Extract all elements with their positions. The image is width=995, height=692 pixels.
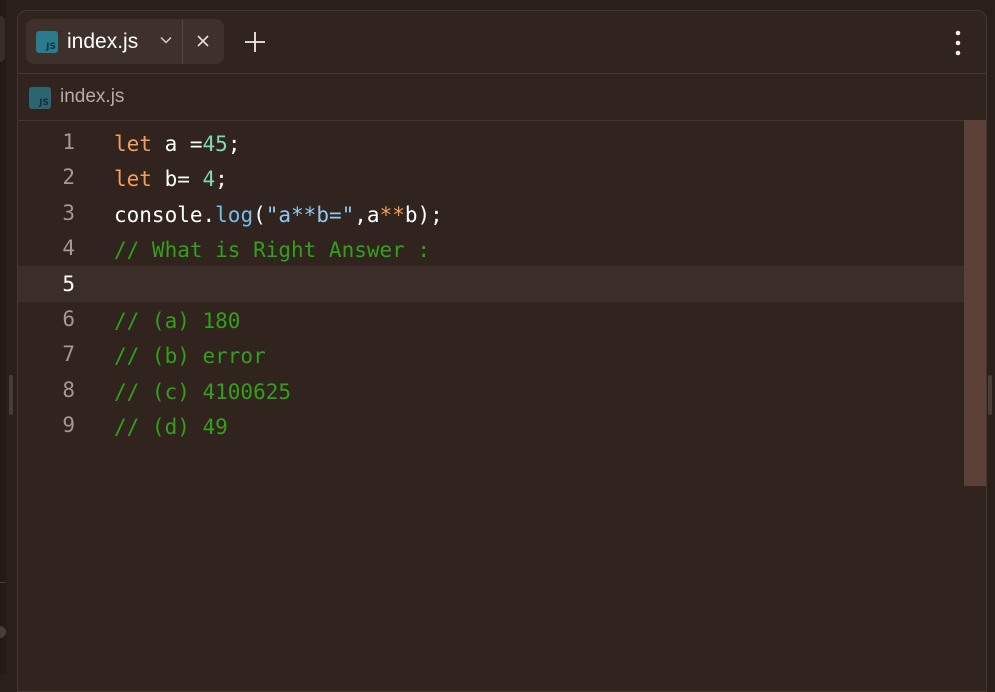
code-token: 45 bbox=[202, 132, 228, 156]
code-token: // (c) 4100625 bbox=[114, 379, 292, 404]
code-text: // (a) 180 bbox=[114, 309, 240, 333]
code-token: 4 bbox=[202, 167, 216, 192]
code-text: let b= 4; bbox=[114, 167, 228, 191]
code-line[interactable]: 7 // (b) error bbox=[18, 336, 964, 372]
tab-index-js[interactable]: JS index.js bbox=[26, 19, 224, 64]
code-text: console.log("a**b=",a**b); bbox=[114, 203, 443, 227]
code-line[interactable]: 4 // What is Right Answer : bbox=[18, 230, 964, 266]
right-resize-handle[interactable] bbox=[988, 375, 992, 415]
line-number: 8 bbox=[62, 377, 75, 402]
code-token: b= bbox=[151, 167, 203, 192]
code-line[interactable]: 8 // (c) 4100625 bbox=[18, 372, 964, 408]
code-text: // What is Right Answer : bbox=[114, 238, 430, 262]
left-panel-tab[interactable] bbox=[0, 16, 5, 62]
js-file-icon: JS bbox=[36, 31, 58, 53]
code-text: // (b) error bbox=[114, 344, 266, 368]
code-token: // What is Right Answer : bbox=[114, 238, 431, 263]
editor-panel: JS index.js JS index.js 9 // (d) 49 8 //… bbox=[17, 10, 987, 692]
app-window: JS index.js JS index.js 9 // (d) 49 8 //… bbox=[0, 0, 995, 692]
code-editor[interactable]: 9 // (d) 49 8 // (c) 4100625 7 // (b) error 6 /… bbox=[18, 120, 986, 691]
line-number: 4 bbox=[62, 236, 75, 261]
code-token: // (a) 180 bbox=[114, 309, 241, 333]
code-token: let bbox=[114, 167, 152, 192]
code-line[interactable]: 1 let a =45; bbox=[18, 124, 964, 160]
vertical-scrollbar[interactable] bbox=[964, 120, 986, 486]
code-token: ; bbox=[215, 167, 228, 192]
line-number: 2 bbox=[62, 165, 75, 190]
code-text: let a =45; bbox=[114, 132, 240, 156]
code-token: let bbox=[114, 132, 152, 156]
js-file-icon: JS bbox=[29, 87, 51, 109]
code-token: console. bbox=[114, 202, 216, 227]
code-token: // (b) error bbox=[114, 344, 266, 369]
tab-separator bbox=[182, 19, 183, 64]
code-line[interactable]: 5 bbox=[18, 265, 964, 302]
tab-label: index.js bbox=[67, 30, 139, 53]
code-text: // (c) 4100625 bbox=[114, 380, 291, 404]
code-token: ( bbox=[253, 202, 266, 227]
left-divider bbox=[0, 582, 6, 583]
code-line[interactable]: 9 // (d) 49 bbox=[18, 407, 964, 443]
close-icon[interactable] bbox=[192, 30, 214, 52]
code-token: ; bbox=[227, 132, 241, 156]
code-token: "a**b=" bbox=[265, 202, 355, 227]
code-line[interactable]: 3 console.log("a**b=",a**b); bbox=[18, 195, 964, 231]
add-tab-icon[interactable] bbox=[243, 30, 267, 54]
breadcrumb: JS index.js bbox=[18, 74, 986, 121]
code-line[interactable]: 6 // (a) 180 bbox=[18, 301, 964, 337]
code-token: ,a bbox=[354, 202, 380, 227]
line-number: 9 bbox=[62, 413, 75, 438]
line-number: 5 bbox=[62, 271, 75, 296]
code-text: // (d) 49 bbox=[114, 415, 228, 439]
tab-bar: JS index.js bbox=[18, 11, 986, 74]
line-number: 1 bbox=[62, 130, 75, 154]
line-number: 3 bbox=[62, 200, 75, 225]
left-edge bbox=[0, 0, 6, 674]
left-resize-handle[interactable] bbox=[9, 375, 13, 415]
chevron-down-icon[interactable] bbox=[159, 33, 173, 47]
code-token: b); bbox=[404, 202, 443, 227]
code-token: // (d) 49 bbox=[114, 415, 228, 440]
more-options-icon[interactable] bbox=[946, 30, 970, 56]
code-line[interactable]: 2 let b= 4; bbox=[18, 159, 964, 195]
code-token: a = bbox=[151, 132, 203, 156]
breadcrumb-file[interactable]: index.js bbox=[60, 86, 124, 108]
code-token: log bbox=[215, 202, 254, 227]
code-token: ** bbox=[379, 202, 405, 227]
line-number: 6 bbox=[62, 307, 75, 331]
line-number: 7 bbox=[62, 342, 75, 367]
